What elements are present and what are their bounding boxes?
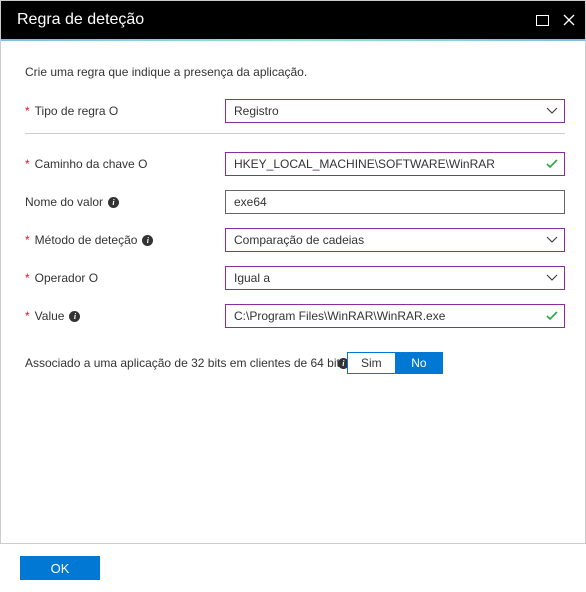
chevron-down-icon <box>546 274 558 282</box>
dialog-footer: OK <box>0 543 586 592</box>
label-metodo: * Método de deteção i <box>25 233 225 247</box>
row-tipo: * Tipo de regra O Registro <box>25 99 565 123</box>
chevron-down-icon <box>546 107 558 115</box>
label-nome: Nome do valor i <box>25 195 225 209</box>
label-caminho: * Caminho da chave O <box>25 157 225 171</box>
check-icon <box>546 159 558 169</box>
row-caminho: * Caminho da chave O HKEY_LOCAL_MACHINE\… <box>25 152 565 176</box>
row-operador: * Operador O Igual a <box>25 266 565 290</box>
select-metodo-value: Comparação de cadeias <box>234 233 364 247</box>
label-tipo-text: Tipo de regra O <box>35 104 119 118</box>
row-32bit: Associado a uma aplicação de 32 bits em … <box>25 352 565 374</box>
field-metodo: Comparação de cadeias <box>225 228 565 252</box>
required-marker: * <box>25 157 30 171</box>
label-metodo-text: Método de deteção <box>35 233 138 247</box>
row-nome: Nome do valor i exe64 <box>25 190 565 214</box>
label-nome-text: Nome do valor <box>25 195 103 209</box>
label-operador-text: Operador O <box>35 271 98 285</box>
input-value[interactable]: C:\Program Files\WinRAR\WinRAR.exe <box>225 304 565 328</box>
maximize-icon[interactable] <box>536 15 549 26</box>
required-marker: * <box>25 233 30 247</box>
input-nome[interactable]: exe64 <box>225 190 565 214</box>
intro-text: Crie uma regra que indique a presença da… <box>25 65 565 79</box>
header-divider <box>1 39 585 41</box>
field-operador: Igual a <box>225 266 565 290</box>
toggle-32bit: Sim No <box>347 352 443 374</box>
row-value: * Value i C:\Program Files\WinRAR\WinRAR… <box>25 304 565 328</box>
check-icon <box>546 311 558 321</box>
label-operador: * Operador O <box>25 271 225 285</box>
field-tipo: Registro <box>225 99 565 123</box>
info-icon[interactable]: i <box>142 235 153 246</box>
label-value-text: Value <box>35 309 65 323</box>
select-tipo[interactable]: Registro <box>225 99 565 123</box>
info-icon[interactable]: i <box>69 311 80 322</box>
input-caminho-value: HKEY_LOCAL_MACHINE\SOFTWARE\WinRAR <box>234 157 495 171</box>
dialog-content: Crie uma regra que indique a presença da… <box>1 41 585 374</box>
label-value: * Value i <box>25 309 225 323</box>
label-caminho-text: Caminho da chave O <box>35 157 148 171</box>
title-actions <box>536 14 575 26</box>
toggle-no[interactable]: No <box>395 352 443 374</box>
label-tipo: * Tipo de regra O <box>25 104 225 118</box>
select-operador[interactable]: Igual a <box>225 266 565 290</box>
required-marker: * <box>25 104 30 118</box>
row-metodo: * Método de deteção i Comparação de cade… <box>25 228 565 252</box>
select-operador-value: Igual a <box>234 271 270 285</box>
input-nome-value: exe64 <box>234 195 267 209</box>
info-icon[interactable]: i <box>108 197 119 208</box>
field-nome: exe64 <box>225 190 565 214</box>
input-caminho[interactable]: HKEY_LOCAL_MACHINE\SOFTWARE\WinRAR <box>225 152 565 176</box>
label-32bit: Associado a uma aplicação de 32 bits em … <box>25 356 346 370</box>
close-icon[interactable] <box>563 14 575 26</box>
field-caminho: HKEY_LOCAL_MACHINE\SOFTWARE\WinRAR <box>225 152 565 176</box>
chevron-down-icon <box>546 236 558 244</box>
required-marker: * <box>25 271 30 285</box>
section-divider <box>25 133 565 134</box>
required-marker: * <box>25 309 30 323</box>
toggle-yes[interactable]: Sim <box>347 352 395 374</box>
dialog-title: Regra de deteção <box>17 11 144 29</box>
ok-button[interactable]: OK <box>20 556 100 580</box>
select-metodo[interactable]: Comparação de cadeias <box>225 228 565 252</box>
input-value-value: C:\Program Files\WinRAR\WinRAR.exe <box>234 309 445 323</box>
titlebar: Regra de deteção <box>1 1 585 39</box>
field-value: C:\Program Files\WinRAR\WinRAR.exe <box>225 304 565 328</box>
select-tipo-value: Registro <box>234 104 279 118</box>
